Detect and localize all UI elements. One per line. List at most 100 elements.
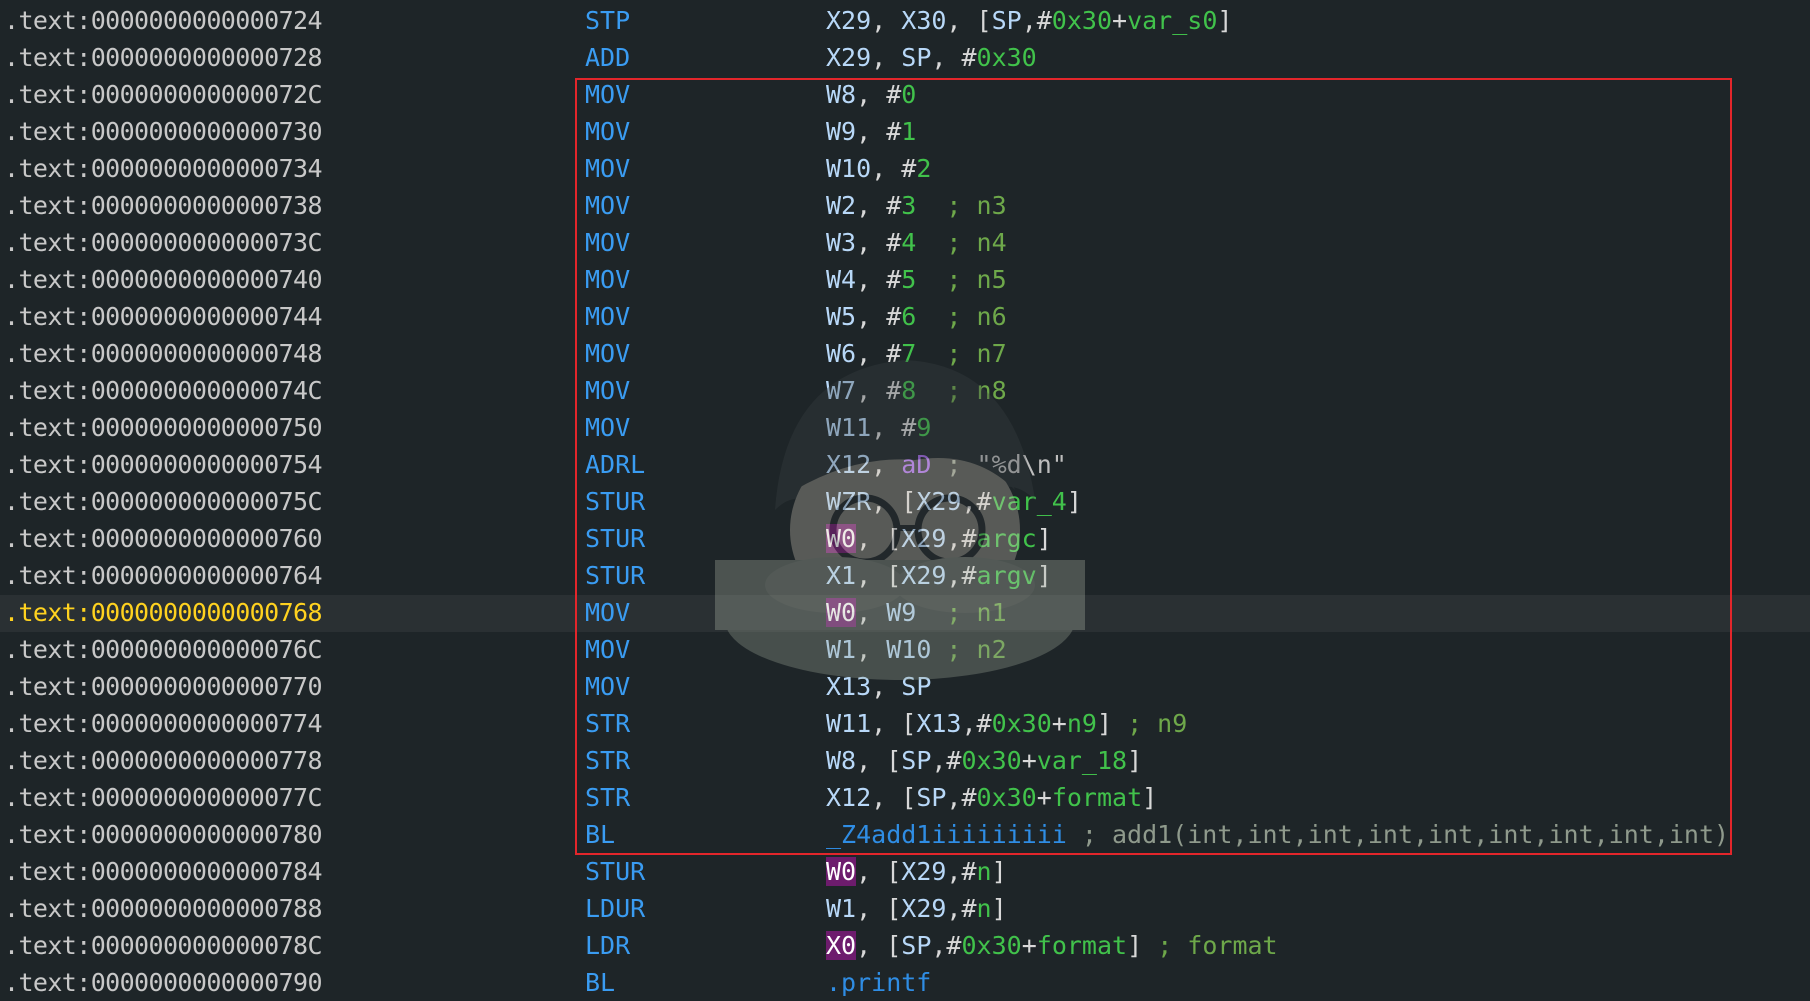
listing-row[interactable]: .text:0000000000000734 MOV W10, #2 [0,151,1810,188]
operand-register[interactable]: WZR [826,487,871,516]
address-label[interactable]: .text:000000000000072C [4,80,323,109]
mnemonic[interactable]: ADRL [585,450,645,479]
listing-row[interactable]: .text:0000000000000778 STR W8, [SP,#0x30+v… [0,743,1810,780]
operand-function-name[interactable]: _Z4add1iiiiiiiii [826,820,1067,849]
operand-register[interactable]: W11 [826,709,871,738]
address-label[interactable]: .text:0000000000000750 [4,413,323,442]
listing-row[interactable]: .text:0000000000000780 BL _Z4add1iiiiiiiii… [0,817,1810,854]
address-label[interactable]: .text:000000000000077C [4,783,323,812]
operand-function-name[interactable]: .printf [826,968,931,997]
address-label[interactable]: .text:0000000000000788 [4,894,323,923]
mnemonic[interactable]: MOV [585,265,630,294]
operand-register[interactable]: W8 [826,746,856,775]
address-label[interactable]: .text:0000000000000778 [4,746,323,775]
mnemonic[interactable]: STUR [585,857,645,886]
address-label[interactable]: .text:000000000000073C [4,228,323,257]
address-label[interactable]: .text:000000000000074C [4,376,323,405]
listing-row[interactable]: .text:0000000000000790 BL .printf [0,965,1810,1001]
address-label[interactable]: .text:0000000000000784 [4,857,323,886]
listing-row[interactable]: .text:0000000000000774 STR W11, [X13,#0x30… [0,706,1810,743]
operand-register-highlighted[interactable]: W0 [826,524,857,553]
operand-register[interactable]: X13 [916,709,961,738]
listing-row[interactable]: .text:0000000000000730 MOV W9, #1 [0,114,1810,151]
listing-row[interactable]: .text:0000000000000738 MOV W2, #3 ; n3 [0,188,1810,225]
operand-register[interactable]: W10 [886,635,931,664]
listing-row[interactable]: .text:0000000000000760 STUR W0, [X29,#argc… [0,521,1810,558]
operand-symbol[interactable]: argv [977,561,1037,590]
operand-register[interactable]: W8 [826,80,856,109]
operand-register[interactable]: X29 [901,561,946,590]
operand-register[interactable]: X29 [826,6,871,35]
operand-symbol[interactable]: argc [977,524,1037,553]
mnemonic[interactable]: MOV [585,598,630,627]
operand-register[interactable]: X29 [901,857,946,886]
address-label[interactable]: .text:0000000000000770 [4,672,323,701]
operand-register-highlighted[interactable]: W0 [826,857,857,886]
operand-symbol[interactable]: n [977,857,992,886]
mnemonic[interactable]: MOV [585,635,630,664]
operand-register[interactable]: W4 [826,265,856,294]
operand-symbol[interactable]: n9 [1067,709,1097,738]
mnemonic[interactable]: MOV [585,302,630,331]
operand-register[interactable]: X29 [901,894,946,923]
operand-symbol[interactable]: var_4 [992,487,1067,516]
mnemonic[interactable]: STR [585,709,630,738]
address-label[interactable]: .text:0000000000000744 [4,302,323,331]
address-label[interactable]: .text:0000000000000768 [4,598,323,627]
listing-row[interactable]: .text:0000000000000768 MOV W0, W9 ; n1 [0,595,1810,632]
listing-row[interactable]: .text:0000000000000728 ADD X29, SP, #0x30 [0,40,1810,77]
listing-row[interactable]: .text:0000000000000724 STP X29, X30, [SP,#… [0,3,1810,40]
operand-register[interactable]: X12 [826,450,871,479]
address-label[interactable]: .text:0000000000000740 [4,265,323,294]
listing-row[interactable]: .text:0000000000000754 ADRL X12, aD ; "%d\… [0,447,1810,484]
operand-symbol[interactable]: format [1052,783,1142,812]
address-label[interactable]: .text:0000000000000780 [4,820,323,849]
operand-register[interactable]: W7 [826,376,856,405]
address-label[interactable]: .text:0000000000000730 [4,117,323,146]
operand-symbol[interactable]: var_s0 [1127,6,1217,35]
mnemonic[interactable]: STP [585,6,630,35]
mnemonic[interactable]: BL [585,820,615,849]
address-label[interactable]: .text:000000000000075C [4,487,323,516]
operand-register[interactable]: W10 [826,154,871,183]
operand-register[interactable]: SP [901,931,931,960]
operand-symbol[interactable]: n [977,894,992,923]
operand-register[interactable]: X29 [916,487,961,516]
operand-data-label[interactable]: aD [901,450,931,479]
operand-register[interactable]: SP [992,6,1022,35]
mnemonic[interactable]: STUR [585,524,645,553]
listing-row[interactable]: .text:0000000000000750 MOV W11, #9 [0,410,1810,447]
address-label[interactable]: .text:0000000000000754 [4,450,323,479]
operand-register[interactable]: W1 [826,635,856,664]
address-label[interactable]: .text:0000000000000724 [4,6,323,35]
address-label[interactable]: .text:0000000000000748 [4,339,323,368]
operand-register[interactable]: SP [901,746,931,775]
address-label[interactable]: .text:0000000000000738 [4,191,323,220]
address-label[interactable]: .text:000000000000078C [4,931,323,960]
mnemonic[interactable]: MOV [585,80,630,109]
listing-row[interactable]: .text:000000000000078C LDR X0, [SP,#0x30+f… [0,928,1810,965]
listing-row[interactable]: .text:000000000000072C MOV W8, #0 [0,77,1810,114]
operand-register[interactable]: X12 [826,783,871,812]
mnemonic[interactable]: MOV [585,339,630,368]
mnemonic[interactable]: MOV [585,228,630,257]
address-label[interactable]: .text:000000000000076C [4,635,323,664]
listing-row[interactable]: .text:000000000000075C STUR WZR, [X29,#var… [0,484,1810,521]
operand-register[interactable]: X29 [826,43,871,72]
operand-register[interactable]: X13 [826,672,871,701]
operand-register[interactable]: W9 [826,117,856,146]
operand-register[interactable]: W3 [826,228,856,257]
operand-register[interactable]: SP [901,43,931,72]
mnemonic[interactable]: MOV [585,117,630,146]
listing-row[interactable]: .text:000000000000073C MOV W3, #4 ; n4 [0,225,1810,262]
listing-row[interactable]: .text:000000000000074C MOV W7, #8 ; n8 [0,373,1810,410]
mnemonic[interactable]: STR [585,783,630,812]
listing-row[interactable]: .text:0000000000000748 MOV W6, #7 ; n7 [0,336,1810,373]
listing-row[interactable]: .text:0000000000000784 STUR W0, [X29,#n] [0,854,1810,891]
mnemonic[interactable]: MOV [585,191,630,220]
operand-symbol[interactable]: format [1037,931,1127,960]
operand-register[interactable]: W6 [826,339,856,368]
operand-register[interactable]: SP [916,783,946,812]
mnemonic[interactable]: STR [585,746,630,775]
operand-register[interactable]: W1 [826,894,856,923]
